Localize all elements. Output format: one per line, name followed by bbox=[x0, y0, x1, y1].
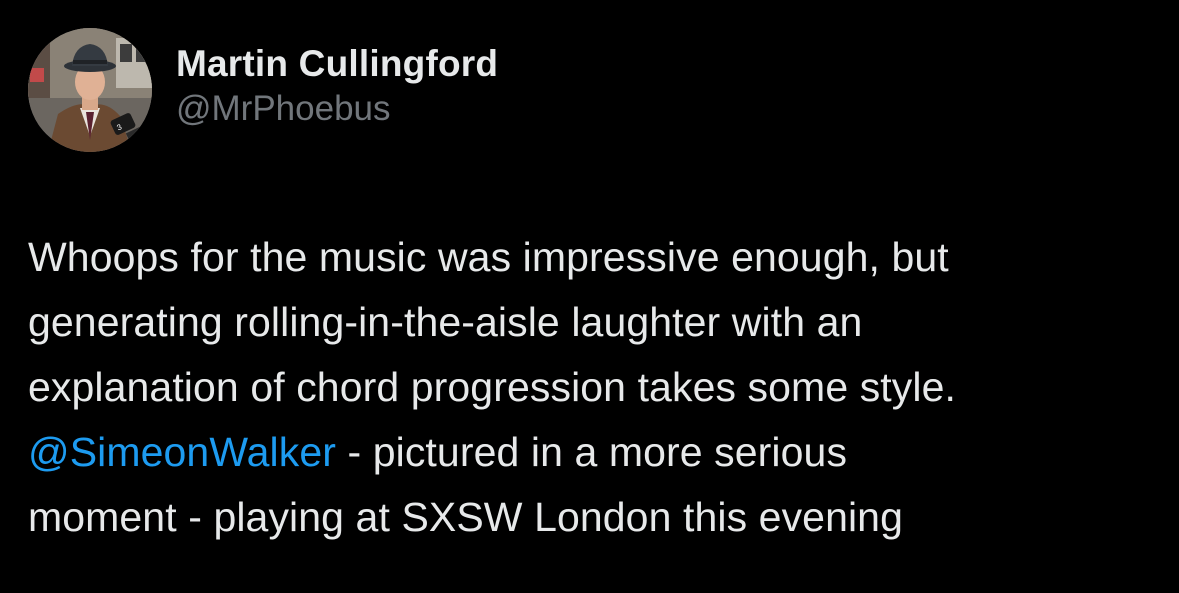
tweet-text-line: moment - playing at SXSW London this eve… bbox=[28, 494, 903, 540]
tweet-text-line: explanation of chord progression takes s… bbox=[28, 364, 956, 410]
author-names: Martin Cullingford @MrPhoebus bbox=[176, 41, 498, 131]
tweet-text-line: @SimeonWalker - pictured in a more serio… bbox=[28, 420, 1158, 485]
tweet-text-segment: - pictured in a more serious bbox=[335, 429, 848, 475]
avatar-image: 3 bbox=[28, 28, 152, 152]
avatar[interactable]: 3 bbox=[28, 28, 152, 152]
tweet-card: 3 Martin Cullingford @MrPhoebus Whoops f… bbox=[0, 0, 1179, 593]
tweet-text-line: generating rolling-in-the-aisle laughter… bbox=[28, 299, 863, 345]
mention-link[interactable]: @SimeonWalker bbox=[28, 429, 336, 475]
tweet-text-line: Whoops for the music was impressive enou… bbox=[28, 234, 949, 280]
author-handle[interactable]: @MrPhoebus bbox=[176, 87, 498, 131]
tweet-author: 3 Martin Cullingford @MrPhoebus bbox=[28, 28, 498, 152]
tweet-text: Whoops for the music was impressive enou… bbox=[28, 225, 1158, 550]
author-display-name[interactable]: Martin Cullingford bbox=[176, 41, 498, 87]
